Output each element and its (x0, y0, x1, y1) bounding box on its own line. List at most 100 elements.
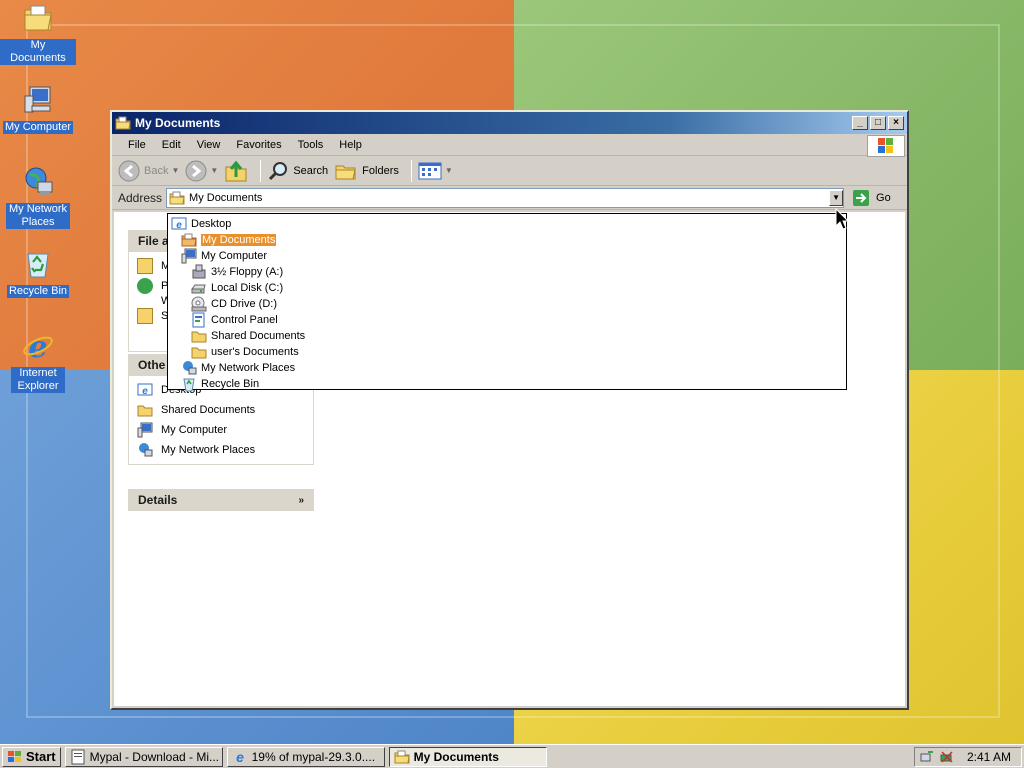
minimize-button[interactable]: _ (852, 116, 868, 130)
network-places-icon (25, 167, 53, 195)
go-label: Go (876, 191, 891, 204)
dropdown-item-shared-documents[interactable]: Shared Documents (191, 328, 305, 344)
dropdown-item-desktop[interactable]: e Desktop (171, 216, 231, 232)
dropdown-item-my-documents[interactable]: My Documents (181, 232, 277, 248)
mouse-cursor-icon (835, 208, 849, 230)
internet-explorer-icon: e (23, 330, 53, 365)
dropdown-item-label: user's Documents (211, 346, 299, 358)
taskbar-button-label: Mypal - Download - Mi... (89, 749, 219, 764)
address-combobox[interactable]: My Documents ▼ (166, 187, 845, 208)
my-documents-icon (169, 191, 185, 204)
views-button[interactable]: ▼ (418, 161, 453, 181)
folder-icon (137, 258, 153, 274)
back-arrow-icon (118, 160, 140, 181)
dropdown-item-local-disk[interactable]: Local Disk (C:) (191, 280, 283, 296)
maximize-button[interactable]: □ (870, 116, 886, 130)
desktop-icon-label: My Documents (0, 39, 76, 65)
safely-remove-hardware-icon[interactable] (939, 749, 955, 765)
menu-edit[interactable]: Edit (154, 139, 189, 151)
folders-icon (335, 165, 356, 179)
desktop-icon-recycle-bin[interactable]: Recycle Bin (0, 248, 76, 298)
desktop-icon-label: My Network Places (6, 203, 70, 229)
my-computer-icon (24, 86, 51, 113)
svg-text:e: e (142, 386, 148, 397)
clock[interactable]: 2:41 AM (967, 750, 1011, 764)
taskbar-button-mypal-download[interactable]: Mypal - Download - Mi... (64, 746, 223, 767)
other-place-label: My Network Places (161, 444, 256, 456)
folder-icon (181, 233, 197, 247)
my-computer-icon (137, 422, 153, 438)
desktop-icon-network-places[interactable]: My Network Places (0, 166, 76, 229)
details-panel: Details » (128, 489, 314, 511)
my-computer-icon (181, 248, 197, 264)
network-places-icon (139, 443, 153, 457)
menu-help[interactable]: Help (331, 139, 370, 151)
document-icon (71, 749, 85, 764)
share-folder-icon (137, 308, 153, 324)
address-value: My Documents (189, 191, 263, 204)
svg-text:e: e (28, 330, 47, 362)
internet-explorer-icon: e (236, 749, 244, 765)
views-icon (418, 162, 442, 179)
desktop-icon: e (137, 383, 153, 397)
search-icon (269, 161, 288, 180)
other-place-label: Shared Documents (161, 404, 256, 416)
desktop-icon-label: My Computer (2, 121, 74, 134)
desktop-icon-label: Recycle Bin (6, 285, 70, 298)
expand-chevron-icon[interactable]: » (298, 495, 304, 506)
up-folder-button[interactable] (224, 159, 248, 183)
windows-logo-icon (867, 135, 905, 157)
dropdown-item-network-places[interactable]: My Network Places (181, 360, 295, 376)
dropdown-item-floppy[interactable]: 3½ Floppy (A:) (191, 264, 283, 280)
up-folder-icon (225, 160, 247, 181)
menu-tools[interactable]: Tools (290, 139, 332, 151)
back-button[interactable]: Back ▼ (118, 160, 179, 182)
go-button[interactable]: Go (852, 189, 891, 207)
dropdown-item-label: Shared Documents (211, 330, 306, 342)
details-header[interactable]: Details » (128, 489, 314, 511)
forward-arrow-icon (185, 160, 207, 181)
network-tray-icon[interactable] (919, 749, 935, 765)
toolbar-separator (260, 159, 262, 182)
window-title: My Documents (135, 116, 221, 130)
dropdown-item-my-computer[interactable]: My Computer (181, 248, 267, 264)
my-documents-icon (115, 116, 131, 130)
desktop-icon-internet-explorer[interactable]: e Internet Explorer (0, 330, 76, 393)
taskbar-button-my-documents[interactable]: My Documents (388, 746, 547, 767)
toolbar-separator (410, 159, 412, 182)
folder-icon (191, 347, 207, 359)
other-places-title: Othe (138, 358, 166, 372)
other-place-my-computer[interactable]: My Computer (137, 420, 305, 440)
windows-flag-icon (8, 750, 21, 762)
dropdown-item-cd-drive[interactable]: CD Drive (D:) (191, 296, 277, 312)
explorer-window: My Documents _ □ × File Edit View Favori… (110, 110, 909, 710)
taskbar-button-download-progress[interactable]: e 19% of mypal-29.3.0.... (226, 746, 385, 767)
search-button[interactable]: Search (267, 160, 328, 182)
menu-bar: File Edit View Favorites Tools Help (112, 134, 907, 157)
menu-view[interactable]: View (189, 139, 229, 151)
close-button[interactable]: × (888, 116, 904, 130)
folders-button[interactable]: Folders (334, 160, 399, 182)
svg-text:e: e (176, 220, 182, 231)
other-place-network-places[interactable]: My Network Places (137, 440, 305, 460)
desktop-icon-my-documents[interactable]: My Documents (0, 2, 76, 65)
menu-favorites[interactable]: Favorites (228, 139, 289, 151)
desktop-icon-my-computer[interactable]: My Computer (0, 84, 76, 134)
dropdown-item-label: My Documents (201, 234, 277, 246)
title-bar[interactable]: My Documents _ □ × (112, 112, 907, 134)
forward-button[interactable]: ▼ (185, 160, 218, 182)
standard-toolbar: Back ▼ ▼ Search Folders ▼ (112, 156, 907, 186)
dropdown-item-recycle-bin[interactable]: Recycle Bin (181, 376, 259, 392)
dropdown-item-label: My Computer (201, 250, 268, 262)
cd-drive-icon (191, 296, 207, 312)
my-documents-icon (24, 5, 52, 31)
menu-file[interactable]: File (120, 139, 154, 151)
address-dropdown-list: e Desktop My Documents My Computer 3½ Fl… (167, 213, 847, 392)
file-tasks-title: File a (138, 234, 169, 248)
folder-icon (191, 331, 207, 343)
address-dropdown-button[interactable]: ▼ (829, 189, 844, 206)
other-place-shared-documents[interactable]: Shared Documents (137, 400, 305, 420)
start-button[interactable]: Start (2, 746, 61, 767)
dropdown-item-control-panel[interactable]: Control Panel (191, 312, 278, 328)
dropdown-item-user-documents[interactable]: user's Documents (191, 344, 299, 360)
